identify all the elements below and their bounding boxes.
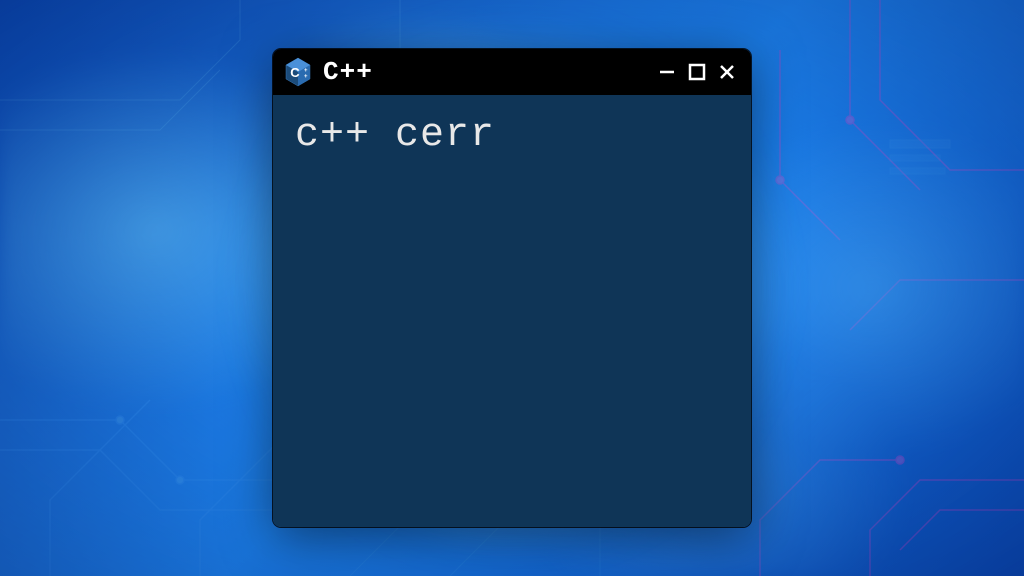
titlebar[interactable]: C + + C++ <box>273 49 751 95</box>
terminal-window: C + + C++ c++ cerr <box>273 49 751 527</box>
terminal-content: c++ cerr <box>295 113 729 158</box>
svg-text:+: + <box>304 74 308 80</box>
window-title: C++ <box>323 57 645 87</box>
close-button[interactable] <box>715 60 739 84</box>
terminal-body[interactable]: c++ cerr <box>273 95 751 527</box>
svg-text:C: C <box>290 65 300 80</box>
window-controls <box>655 60 739 84</box>
maximize-button[interactable] <box>685 60 709 84</box>
cpp-logo-icon: C + + <box>283 57 313 87</box>
minimize-button[interactable] <box>655 60 679 84</box>
